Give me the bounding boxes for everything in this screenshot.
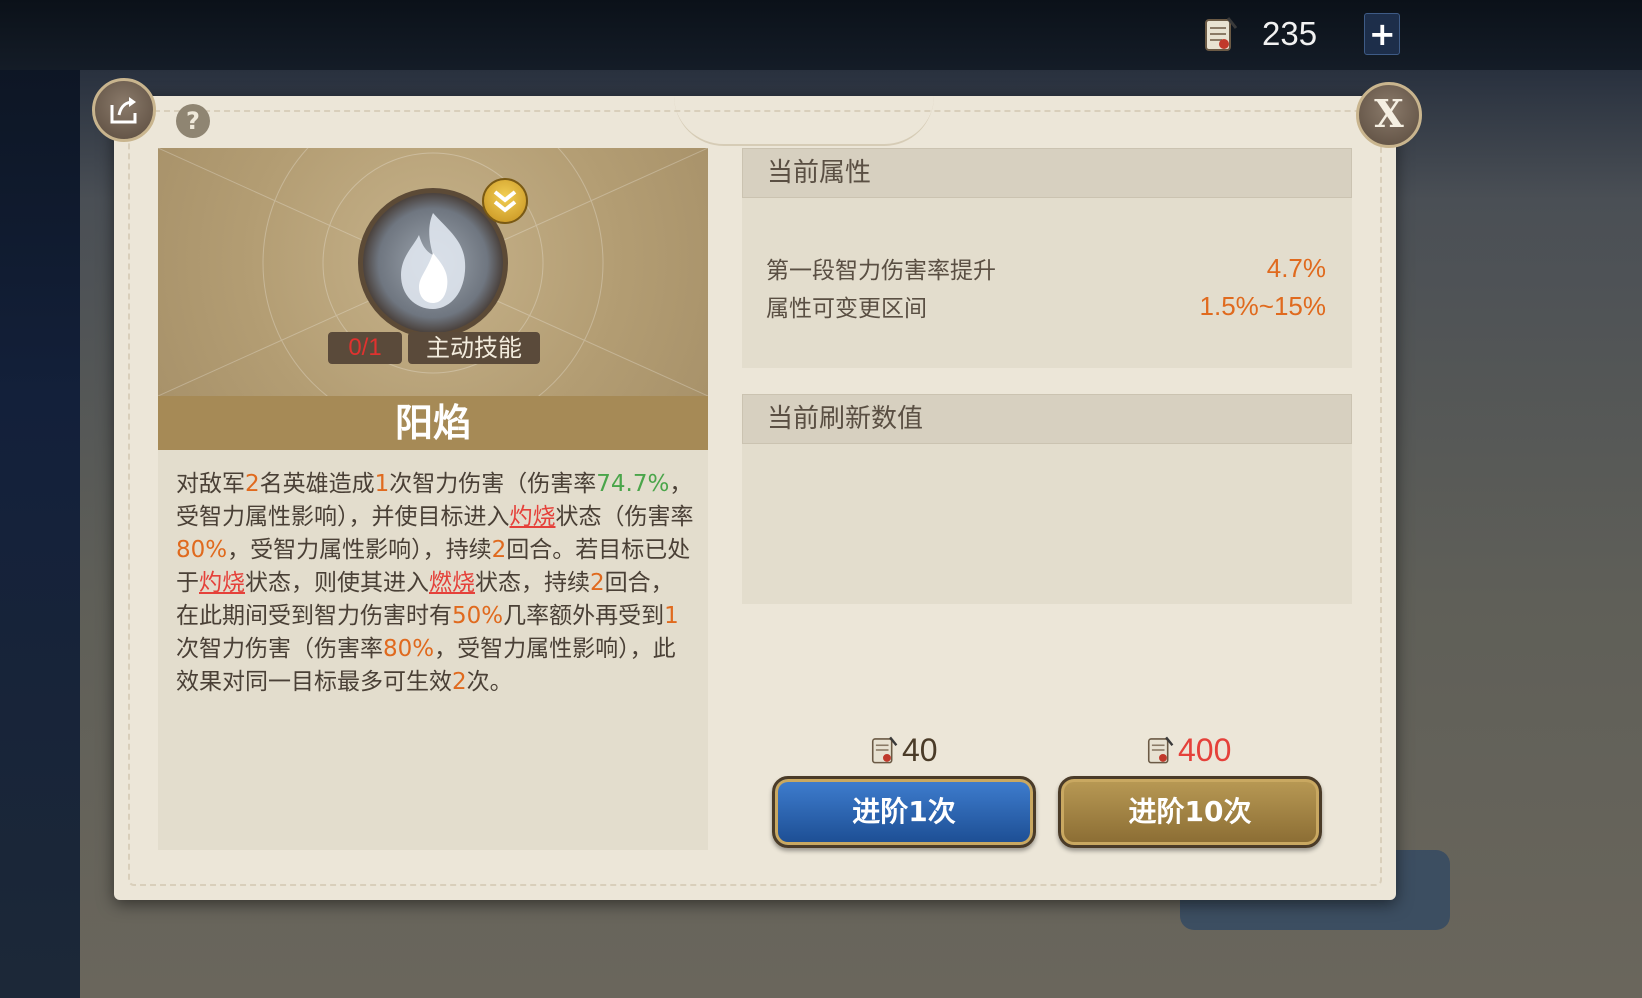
description-segment: 次智力伤害（伤害率 <box>176 636 383 662</box>
description-segment: ，受智力属性影响），持续 <box>227 537 492 563</box>
description-segment: 次。 <box>466 669 513 695</box>
currency-amount: 235 <box>1262 15 1318 52</box>
help-button[interactable]: ? <box>176 104 210 138</box>
description-segment[interactable]: 灼烧 <box>199 570 245 596</box>
attribute-label: 属性可变更区间 <box>766 296 927 322</box>
attribute-label: 第一段智力伤害率提升 <box>766 258 996 284</box>
share-button[interactable] <box>92 78 156 142</box>
description-segment: 1 <box>664 603 679 629</box>
chevron-down-icon <box>482 178 528 224</box>
background-left <box>0 0 80 998</box>
description-segment: 状态，则使其进入 <box>245 570 429 596</box>
add-currency-button[interactable]: + <box>1364 13 1400 55</box>
description-segment: 次智力伤害（伤害率 <box>389 471 597 497</box>
scroll-icon <box>868 734 898 766</box>
current-attributes-header: 当前属性 <box>742 148 1352 198</box>
description-segment: 对敌军 <box>176 471 245 497</box>
attribute-row: 属性可变更区间 1.5%~15% <box>766 288 1326 324</box>
description-segment: 80% <box>383 636 435 662</box>
description-segment: 状态，持续 <box>475 570 590 596</box>
scroll-icon <box>1200 14 1238 54</box>
skill-description: 对敌军2名英雄造成1次智力伤害（伤害率74.7%，受智力属性影响），并使目标进入… <box>176 468 696 699</box>
description-segment[interactable]: 灼烧 <box>510 504 556 530</box>
description-segment: 名英雄造成 <box>259 471 375 497</box>
cost-value: 400 <box>1178 731 1232 768</box>
description-segment: 74.7% <box>596 471 670 497</box>
attribute-value: 1.5%~15% <box>1199 290 1326 321</box>
skill-name: 阳焰 <box>158 396 708 450</box>
skill-count: 0/1 <box>328 332 402 364</box>
skill-card: 0/1 主动技能 阳焰 对敌军2名英雄造成1次智力伤害（伤害率74.7%，受智力… <box>158 148 708 850</box>
attribute-value: 4.7% <box>1266 252 1326 283</box>
advance-ten-button[interactable]: 进阶10次 <box>1058 776 1322 848</box>
refresh-values-header: 当前刷新数值 <box>742 394 1352 444</box>
currency-bar: 235 + <box>1200 6 1400 62</box>
description-segment: 几率额外再受到 <box>503 603 665 629</box>
advance-ten-cost: 400 <box>1144 730 1231 770</box>
panel-ornament <box>674 96 934 146</box>
description-segment: 2 <box>590 570 605 596</box>
description-segment: 2 <box>452 669 467 695</box>
description-segment: 2 <box>491 537 507 563</box>
share-icon <box>110 97 137 124</box>
description-segment[interactable]: 燃烧 <box>429 570 475 596</box>
attribute-row: 第一段智力伤害率提升 4.7% <box>766 250 1326 286</box>
advance-once-button[interactable]: 进阶1次 <box>772 776 1036 848</box>
close-button[interactable]: X <box>1356 82 1422 148</box>
refresh-values-body <box>742 444 1352 604</box>
skill-type-label: 主动技能 <box>408 332 540 364</box>
scroll-icon <box>1144 734 1174 766</box>
description-segment: 1 <box>374 471 390 497</box>
description-segment: 50% <box>452 603 504 629</box>
flame-icon <box>401 213 466 309</box>
description-segment: 状态（伤害率 <box>555 504 694 530</box>
advance-once-cost: 40 <box>868 730 938 770</box>
cost-value: 40 <box>902 731 938 768</box>
description-segment: 80% <box>176 537 228 563</box>
skill-header: 0/1 主动技能 <box>158 148 708 396</box>
description-segment: 2 <box>245 471 260 497</box>
